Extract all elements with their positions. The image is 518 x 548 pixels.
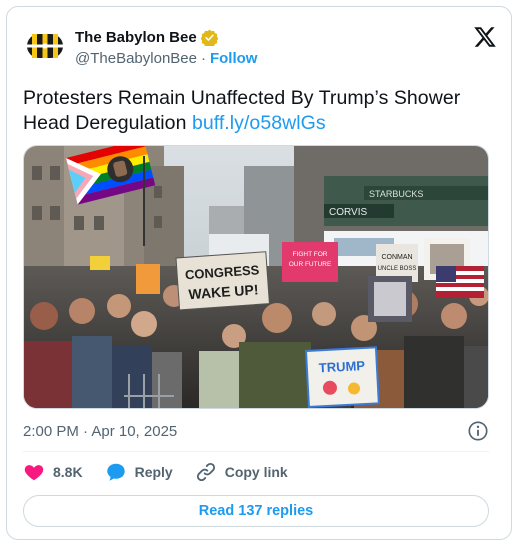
svg-text:UNCLE BOSS: UNCLE BOSS (378, 266, 417, 272)
tweet-text: Protesters Remain Unaffected By Trump’s … (23, 86, 493, 136)
store-sign-text: STARBUCKS (369, 189, 423, 199)
reply-label: Reply (134, 464, 173, 480)
divider (23, 451, 489, 452)
copy-link-label: Copy link (224, 464, 288, 480)
bee-logo-icon (23, 24, 67, 68)
protest-photo-image: STARBUCKS CORVIS CONGRESS WAKE UP! FIGHT… (24, 146, 488, 408)
tweet-photo[interactable]: STARBUCKS CORVIS CONGRESS WAKE UP! FIGHT… (23, 145, 489, 409)
reply-bubble-icon (106, 463, 125, 481)
author-block: The Babylon Bee @TheBabylonBee · Follow (75, 29, 257, 67)
verified-badge-icon (200, 29, 218, 46)
x-logo-icon[interactable] (473, 25, 497, 49)
svg-text:OUR FUTURE: OUR FUTURE (289, 261, 332, 268)
heart-icon (24, 465, 44, 481)
read-replies-label: Read 137 replies (198, 503, 314, 519)
street-sign-text: CORVIS (329, 207, 367, 218)
author-display-name[interactable]: The Babylon Bee (75, 29, 197, 46)
reply-button[interactable]: Reply (105, 461, 173, 483)
like-count: 8.8K (53, 464, 83, 480)
info-icon[interactable] (467, 420, 489, 442)
follow-button[interactable]: Follow (210, 50, 258, 67)
tweet-timestamp[interactable]: 2:00 PM · Apr 10, 2025 (23, 423, 177, 440)
action-bar: 8.8K Reply Copy link (23, 457, 288, 487)
author-handle[interactable]: @TheBabylonBee (75, 50, 197, 67)
svg-text:TRUMP: TRUMP (318, 358, 365, 375)
copy-link-button[interactable]: Copy link (195, 461, 288, 483)
tweet-link[interactable]: buff.ly/o58wlGs (192, 112, 326, 134)
babylon-bee-avatar[interactable] (23, 24, 67, 68)
tweet-card: The Babylon Bee @TheBabylonBee · Follow … (6, 6, 512, 540)
svg-text:CONMAN: CONMAN (381, 254, 412, 261)
link-icon (196, 462, 215, 482)
read-replies-button[interactable]: Read 137 replies (23, 495, 489, 527)
svg-text:FIGHT FOR: FIGHT FOR (293, 251, 328, 258)
handle-separator: · (200, 50, 206, 67)
like-button[interactable]: 8.8K (23, 461, 83, 483)
tweet-meta-row: 2:00 PM · Apr 10, 2025 (23, 419, 489, 443)
